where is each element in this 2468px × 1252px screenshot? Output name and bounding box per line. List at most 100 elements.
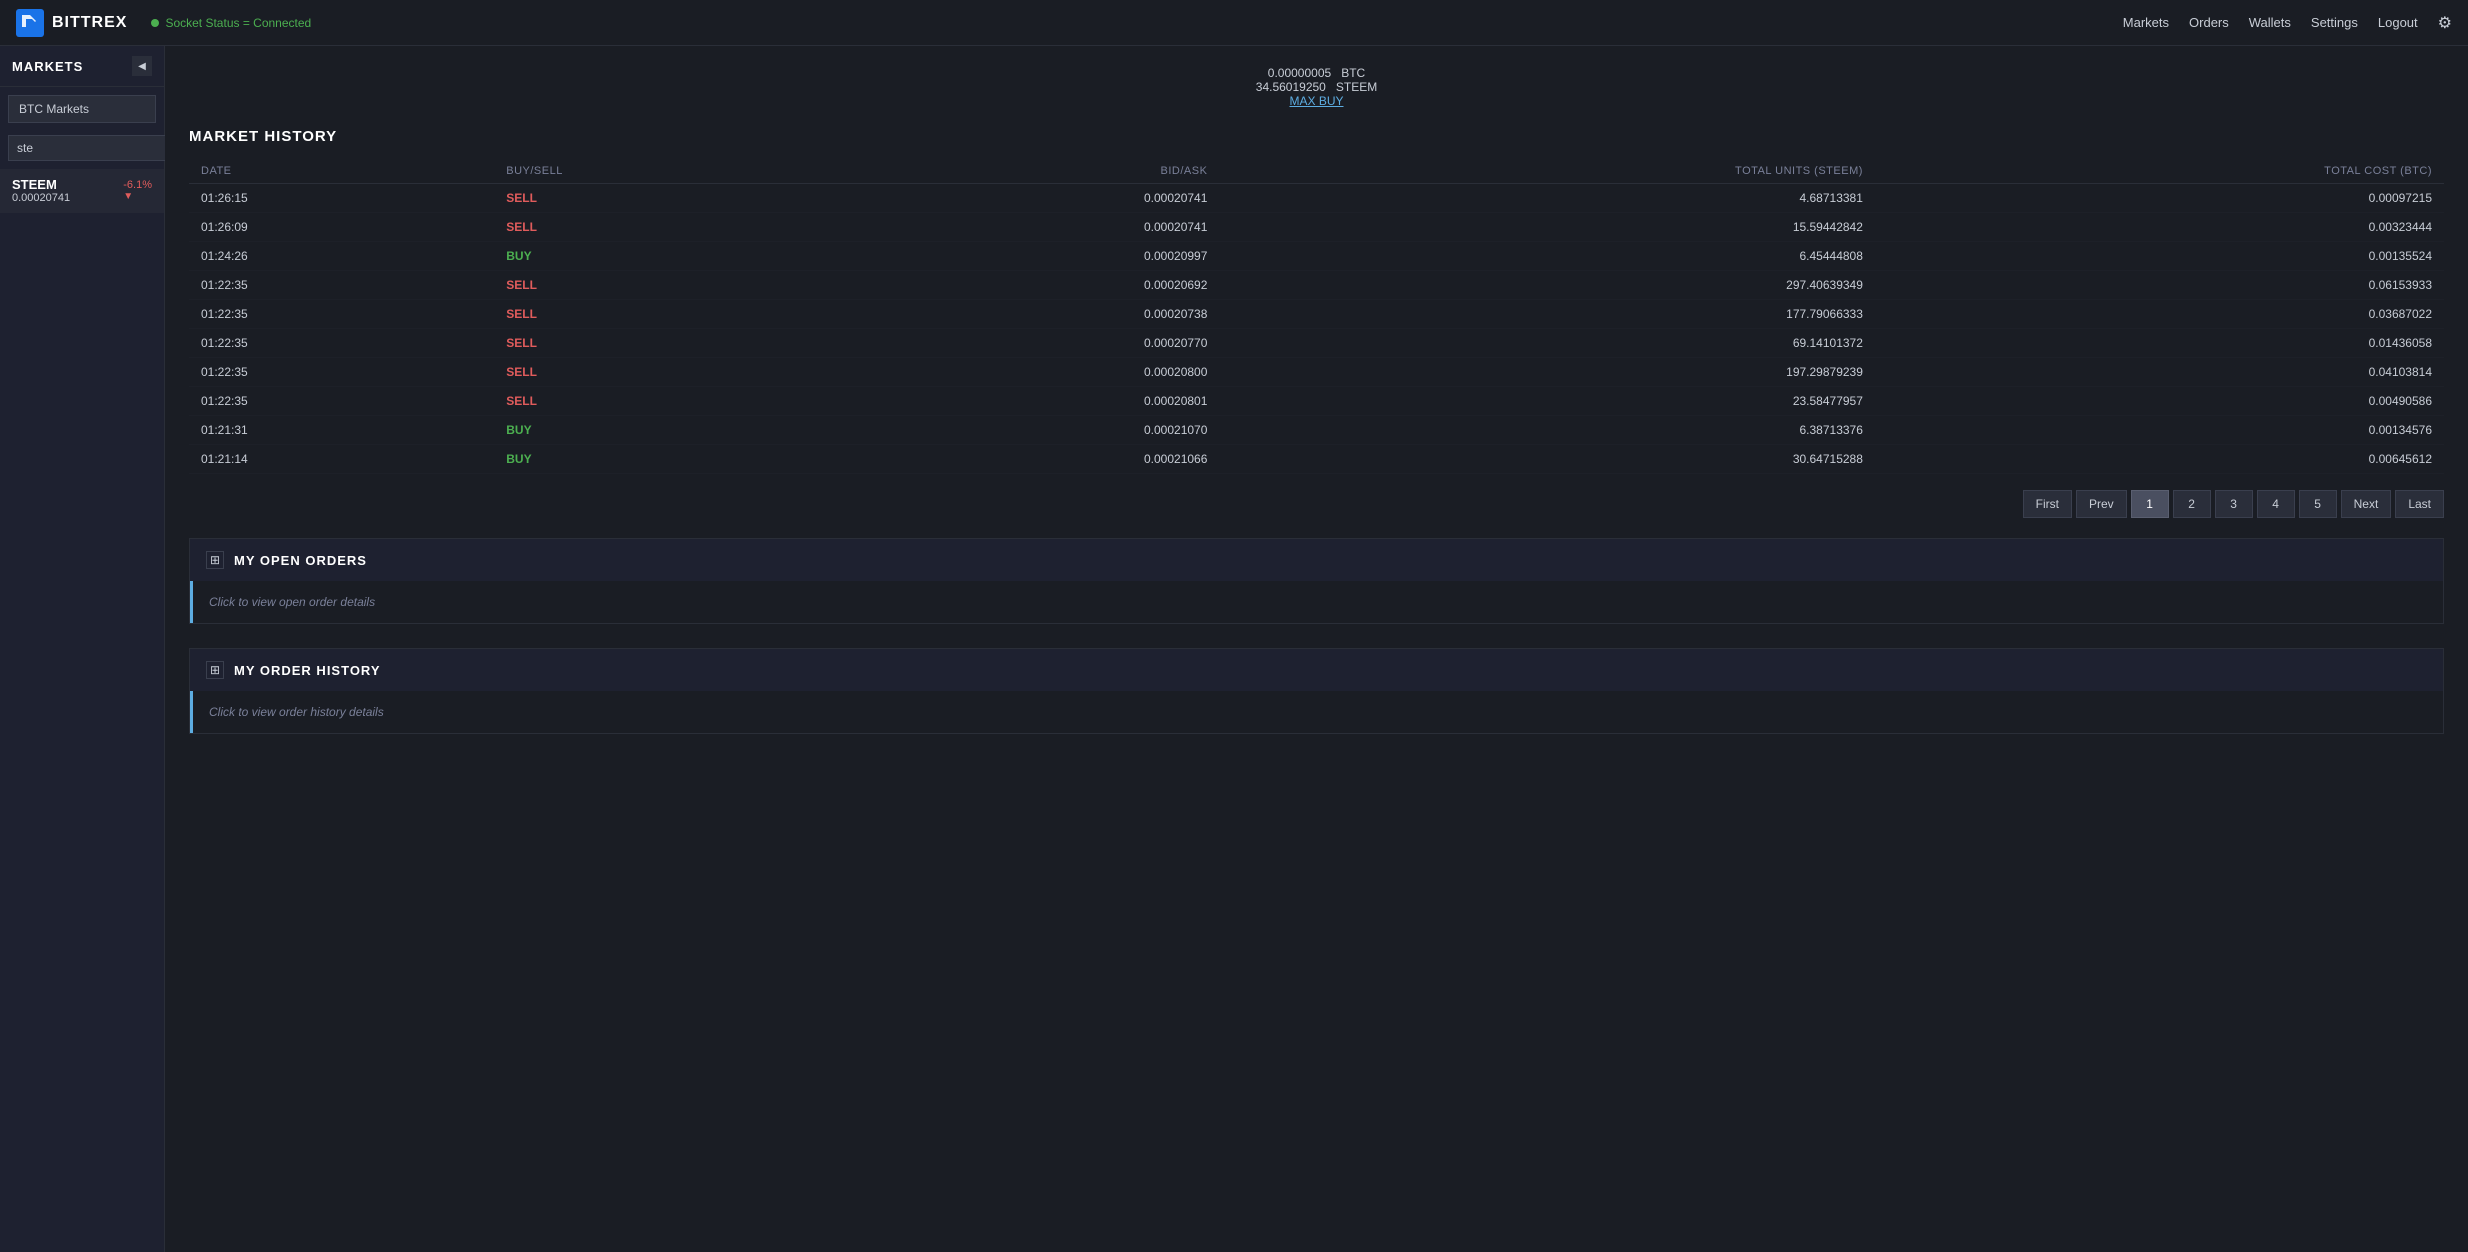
cell-date: 01:21:31 — [189, 416, 494, 445]
settings-gear-icon[interactable]: ⚙ — [2438, 13, 2452, 33]
steem-balance: 34.56019250 STEEM — [189, 80, 2444, 94]
col-date: DATE — [189, 159, 494, 184]
table-row: 01:21:31 BUY 0.00021070 6.38713376 0.001… — [189, 416, 2444, 445]
pagination-page-1[interactable]: 1 — [2131, 490, 2169, 518]
nav-logout[interactable]: Logout — [2378, 15, 2418, 30]
market-item-name: STEEM — [12, 177, 70, 192]
cell-type: SELL — [494, 300, 842, 329]
table-row: 01:26:09 SELL 0.00020741 15.59442842 0.0… — [189, 213, 2444, 242]
open-orders-title: MY OPEN ORDERS — [234, 553, 367, 568]
col-total-cost: TOTAL COST (BTC) — [1875, 159, 2444, 184]
table-row: 01:24:26 BUY 0.00020997 6.45444808 0.001… — [189, 242, 2444, 271]
pagination-page-2[interactable]: 2 — [2173, 490, 2211, 518]
market-history-title: MARKET HISTORY — [189, 128, 2444, 145]
sidebar-collapse-button[interactable]: ◀ — [132, 56, 152, 76]
table-row: 01:22:35 SELL 0.00020800 197.29879239 0.… — [189, 358, 2444, 387]
cell-total-cost: 0.01436058 — [1875, 329, 2444, 358]
sidebar: MARKETS ◀ BTC Markets ETH Markets USDT M… — [0, 46, 165, 1252]
sidebar-title: MARKETS — [12, 59, 83, 74]
pagination-page-4[interactable]: 4 — [2257, 490, 2295, 518]
market-item-change: -6.1% ▼ — [123, 179, 152, 202]
market-item-change-value: -6.1% — [123, 179, 152, 191]
pagination-page-3[interactable]: 3 — [2215, 490, 2253, 518]
cell-type: BUY — [494, 445, 842, 474]
col-bid-ask: BID/ASK — [842, 159, 1219, 184]
market-item-arrow: ▼ — [123, 191, 152, 202]
btc-balance: 0.00000005 BTC — [189, 66, 2444, 80]
market-item-price: 0.00020741 — [12, 192, 70, 204]
btc-label: BTC — [1341, 66, 1365, 80]
steem-amount: 34.56019250 — [1256, 80, 1326, 94]
cell-total-cost: 0.04103814 — [1875, 358, 2444, 387]
cell-bid-ask: 0.00020801 — [842, 387, 1219, 416]
cell-total-units: 30.64715288 — [1219, 445, 1875, 474]
cell-bid-ask: 0.00021066 — [842, 445, 1219, 474]
nav-settings[interactable]: Settings — [2311, 15, 2358, 30]
cell-total-units: 297.40639349 — [1219, 271, 1875, 300]
pagination-prev[interactable]: Prev — [2076, 490, 2127, 518]
cell-bid-ask: 0.00020692 — [842, 271, 1219, 300]
socket-status-dot — [151, 19, 159, 27]
pagination-next[interactable]: Next — [2341, 490, 2392, 518]
content-area: 0.00000005 BTC 34.56019250 STEEM MAX BUY… — [165, 46, 2468, 1252]
brand-name: BITTREX — [52, 14, 127, 32]
cell-type: SELL — [494, 329, 842, 358]
top-nav: BITTREX Socket Status = Connected Market… — [0, 0, 2468, 46]
market-history-section: MARKET HISTORY DATE BUY/SELL BID/ASK TOT… — [189, 128, 2444, 518]
pagination-last[interactable]: Last — [2395, 490, 2444, 518]
cell-bid-ask: 0.00020741 — [842, 213, 1219, 242]
cell-date: 01:22:35 — [189, 271, 494, 300]
cell-total-units: 69.14101372 — [1219, 329, 1875, 358]
balance-info: 0.00000005 BTC 34.56019250 STEEM MAX BUY — [189, 66, 2444, 108]
max-buy-link[interactable]: MAX BUY — [1289, 94, 1343, 108]
logo-area: BITTREX — [16, 9, 127, 37]
table-row: 01:22:35 SELL 0.00020692 297.40639349 0.… — [189, 271, 2444, 300]
col-total-units: TOTAL UNITS (STEEM) — [1219, 159, 1875, 184]
cell-type: BUY — [494, 416, 842, 445]
cell-bid-ask: 0.00020741 — [842, 184, 1219, 213]
main-layout: MARKETS ◀ BTC Markets ETH Markets USDT M… — [0, 46, 2468, 1252]
sidebar-item-steem[interactable]: STEEM 0.00020741 -6.1% ▼ — [0, 169, 164, 213]
cell-total-units: 6.38713376 — [1219, 416, 1875, 445]
cell-date: 01:22:35 — [189, 358, 494, 387]
open-orders-placeholder: Click to view open order details — [193, 581, 2443, 623]
btc-amount: 0.00000005 — [1268, 66, 1331, 80]
order-history-title: MY ORDER HISTORY — [234, 663, 381, 678]
cell-type: SELL — [494, 271, 842, 300]
socket-status: Socket Status = Connected — [151, 16, 311, 30]
cell-total-cost: 0.00645612 — [1875, 445, 2444, 474]
open-orders-section: ⊞ MY OPEN ORDERS Click to view open orde… — [189, 538, 2444, 624]
cell-type: SELL — [494, 358, 842, 387]
cell-type: BUY — [494, 242, 842, 271]
cell-total-units: 6.45444808 — [1219, 242, 1875, 271]
cell-total-cost: 0.00135524 — [1875, 242, 2444, 271]
cell-total-units: 23.58477957 — [1219, 387, 1875, 416]
order-history-header[interactable]: ⊞ MY ORDER HISTORY — [190, 649, 2443, 691]
pagination-first[interactable]: First — [2023, 490, 2072, 518]
nav-links: Markets Orders Wallets Settings Logout ⚙ — [2123, 13, 2452, 33]
cell-bid-ask: 0.00021070 — [842, 416, 1219, 445]
table-row: 01:22:35 SELL 0.00020738 177.79066333 0.… — [189, 300, 2444, 329]
cell-date: 01:22:35 — [189, 300, 494, 329]
cell-type: SELL — [494, 387, 842, 416]
nav-wallets[interactable]: Wallets — [2249, 15, 2291, 30]
cell-bid-ask: 0.00020770 — [842, 329, 1219, 358]
market-history-table: DATE BUY/SELL BID/ASK TOTAL UNITS (STEEM… — [189, 159, 2444, 474]
cell-type: SELL — [494, 184, 842, 213]
order-history-expand-icon: ⊞ — [206, 661, 224, 679]
search-area: ▲ — [8, 135, 156, 161]
cell-date: 01:21:14 — [189, 445, 494, 474]
table-row: 01:26:15 SELL 0.00020741 4.68713381 0.00… — [189, 184, 2444, 213]
cell-bid-ask: 0.00020997 — [842, 242, 1219, 271]
open-orders-header[interactable]: ⊞ MY OPEN ORDERS — [190, 539, 2443, 581]
pagination-page-5[interactable]: 5 — [2299, 490, 2337, 518]
search-input[interactable] — [8, 135, 181, 161]
cell-bid-ask: 0.00020738 — [842, 300, 1219, 329]
nav-orders[interactable]: Orders — [2189, 15, 2229, 30]
cell-type: SELL — [494, 213, 842, 242]
market-select[interactable]: BTC Markets ETH Markets USDT Markets — [8, 95, 156, 123]
nav-markets[interactable]: Markets — [2123, 15, 2169, 30]
table-row: 01:22:35 SELL 0.00020801 23.58477957 0.0… — [189, 387, 2444, 416]
market-dropdown: BTC Markets ETH Markets USDT Markets — [8, 95, 156, 123]
order-history-placeholder: Click to view order history details — [193, 691, 2443, 733]
